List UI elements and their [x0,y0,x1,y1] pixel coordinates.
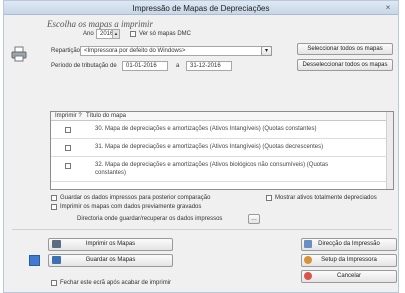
period-to-field[interactable]: 31-12-2016 [186,61,232,71]
direction-icon [304,240,312,248]
print-maps-dialog: Impressão de Mapas de Depreciações × Esc… [3,0,399,293]
print-direction-button[interactable]: Direcção da Impressão [301,238,397,251]
print-without-data-checkbox[interactable] [51,204,57,210]
show-depreciated-label: Mostrar ativos totalmente depreciados [275,195,377,201]
title-bar: Impressão de Mapas de Depreciações × [4,1,398,15]
printer-icon [11,46,27,62]
period-to-label: a [176,63,180,69]
row-title: 32. Mapa de depreciações e amortizações … [95,162,329,168]
table-row[interactable]: 31. Mapa de depreciações e amortizações … [51,140,393,157]
folder-browse-button[interactable]: … [248,214,260,224]
divider [12,229,392,230]
print-direction-label: Direcção da Impressão [318,241,380,247]
printer-setup-label: Setup da Impressora [321,257,377,263]
save-data-checkbox[interactable] [51,195,57,201]
save-icon [52,256,61,264]
not-issued-label: Ver só mapas DMC [139,31,192,37]
row-title-continued: constantes) [95,170,127,176]
show-depreciated-checkbox[interactable] [266,195,272,201]
cancel-icon [304,272,312,280]
table-header: Imprimir ? Título do mapa [51,112,393,121]
period-from-value: 01-01-2016 [126,63,157,69]
row-checkbox[interactable] [65,163,71,169]
row-checkbox[interactable] [65,145,71,151]
not-issued-checkbox[interactable] [130,31,136,37]
select-all-button[interactable]: Seleccionar todos os mapas [297,43,393,55]
page-heading: Escolha os mapas a imprimir [47,19,154,29]
department-select[interactable]: <Impressora por defeito do Windows> [80,46,272,56]
close-after-print-label: Fechar este ecrã após acabar de imprimir [60,280,172,286]
close-after-print-checkbox[interactable] [51,280,57,286]
cancel-button[interactable]: Cancelar [301,270,397,283]
chevron-down-icon[interactable]: ▾ [261,46,272,56]
header-print: Imprimir ? [55,113,82,119]
header-title: Título do mapa [86,113,127,119]
maps-table: Imprimir ? Título do mapa 30. Mapa de de… [50,111,394,190]
save-maps-button[interactable]: Guardar os Mapas [48,254,173,267]
save-maps-label: Guardar os Mapas [85,257,136,263]
department-value: <Impressora por defeito do Windows> [84,48,186,54]
row-checkbox[interactable] [65,127,71,133]
print-maps-label: Imprimir os Mapas [85,241,136,247]
year-field[interactable]: 2016 ▴ [96,29,120,39]
table-row[interactable]: 30. Mapa de depreciações e amortizações … [51,122,393,139]
printer-small-icon [52,240,61,248]
print-without-data-label: Imprimir os mapas com dados previamente … [60,204,202,210]
cancel-label: Cancelar [336,273,361,279]
print-maps-button[interactable]: Imprimir os Mapas [48,238,173,251]
close-icon[interactable]: × [382,3,394,13]
window-title: Impressão de Mapas de Depreciações [132,4,270,13]
year-spin-icon[interactable]: ▴ [112,30,119,38]
table-scrollbar[interactable] [386,112,393,189]
table-row[interactable]: 32. Mapa de depreciações e amortizações … [51,158,393,182]
row-title: 30. Mapa de depreciações e amortizações … [95,126,317,132]
directory-label: Directoria onde guardar/recuperar os dad… [77,216,223,222]
year-label: Ano [83,31,94,37]
period-from-field[interactable]: 01-01-2016 [122,61,168,71]
department-label: Repartição [51,48,81,54]
printer-setup-button[interactable]: Setup da Impressora [301,254,397,267]
period-label: Período de tributação de [51,63,117,69]
setup-icon [304,256,312,264]
deselect-all-button[interactable]: Desseleccionar todos os mapas [297,59,393,71]
row-title: 31. Mapa de depreciações e amortizações … [95,144,324,150]
save-data-label: Guardar os dados impressos para posterio… [60,195,211,201]
period-to-value: 31-12-2016 [190,63,221,69]
help-icon[interactable] [29,255,40,266]
